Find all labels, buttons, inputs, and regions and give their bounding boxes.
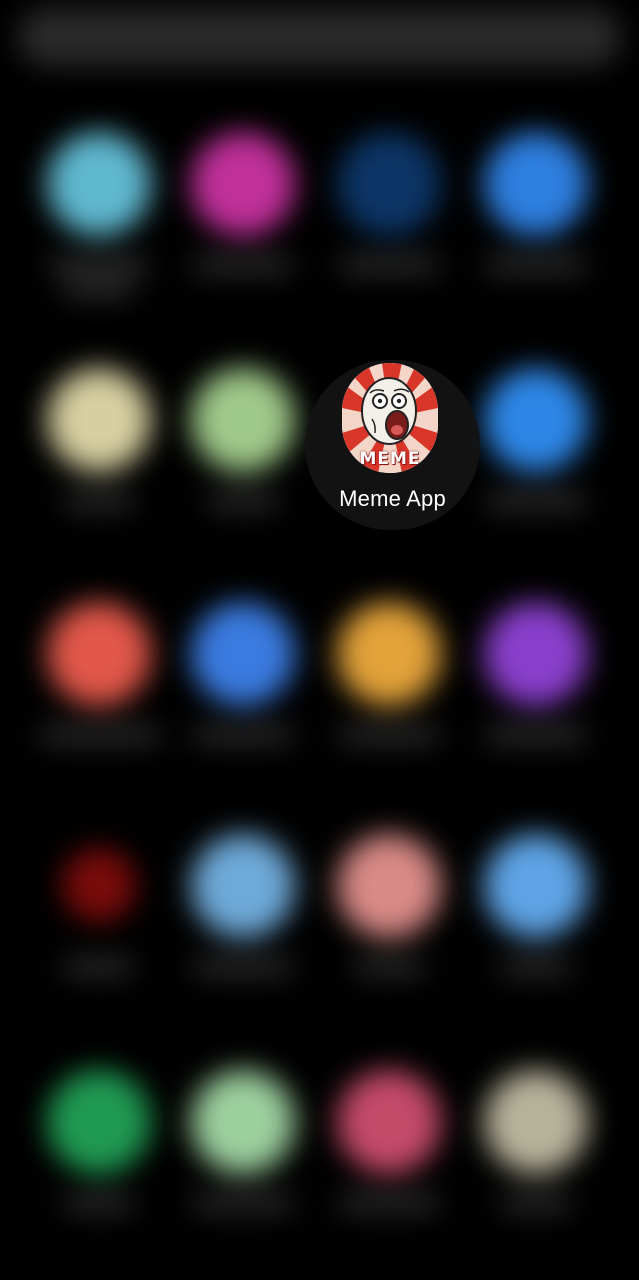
meme-face-icon[interactable]: MEME bbox=[342, 363, 438, 473]
blurred-app-icon bbox=[191, 834, 295, 938]
blurred-app-icon bbox=[191, 368, 295, 472]
blurred-app-label bbox=[486, 494, 586, 508]
blurred-app-icon bbox=[62, 848, 136, 922]
blurred-app-label bbox=[64, 1196, 134, 1210]
blurred-app-icon bbox=[191, 132, 295, 236]
home-screen: MEME Meme App bbox=[0, 0, 639, 1280]
blurred-app-icon bbox=[337, 602, 441, 706]
blurred-app-icon bbox=[337, 1070, 441, 1174]
blurred-app-label bbox=[49, 258, 149, 272]
blurred-app-label bbox=[193, 960, 293, 974]
blurred-app-icon bbox=[47, 602, 151, 706]
search-bar bbox=[18, 8, 621, 66]
blurred-app-label bbox=[208, 494, 278, 508]
blurred-app-icon bbox=[47, 368, 151, 472]
blurred-app-label bbox=[486, 258, 586, 272]
blurred-app-icon bbox=[337, 132, 441, 236]
blurred-app-label bbox=[64, 282, 134, 296]
blurred-app-icon bbox=[484, 368, 588, 472]
blurred-app-label bbox=[501, 1196, 571, 1210]
blurred-app-label bbox=[193, 258, 293, 272]
blurred-app-icon bbox=[484, 602, 588, 706]
blurred-app-label bbox=[339, 1196, 439, 1210]
blurred-app-label bbox=[193, 1196, 293, 1210]
blurred-app-icon bbox=[337, 834, 441, 938]
blurred-app-icon bbox=[191, 602, 295, 706]
blurred-app-label bbox=[339, 728, 439, 742]
meme-icon-text: MEME bbox=[359, 449, 421, 469]
blurred-app-icon bbox=[47, 132, 151, 236]
blurred-app-drawer bbox=[0, 0, 639, 1280]
blurred-app-label bbox=[501, 960, 571, 974]
blurred-app-label bbox=[354, 960, 424, 974]
blurred-app-label bbox=[486, 728, 586, 742]
blurred-app-label bbox=[40, 728, 160, 742]
blurred-app-label bbox=[339, 258, 439, 272]
blurred-app-label bbox=[193, 728, 293, 742]
blurred-app-label bbox=[64, 494, 134, 508]
blurred-app-icon bbox=[484, 834, 588, 938]
meme-app-label: Meme App bbox=[339, 486, 446, 511]
blurred-app-icon bbox=[47, 1070, 151, 1174]
blurred-app-icon bbox=[191, 1070, 295, 1174]
blurred-app-icon bbox=[484, 1070, 588, 1174]
blurred-app-icon bbox=[484, 132, 588, 236]
blurred-app-label bbox=[64, 960, 134, 974]
